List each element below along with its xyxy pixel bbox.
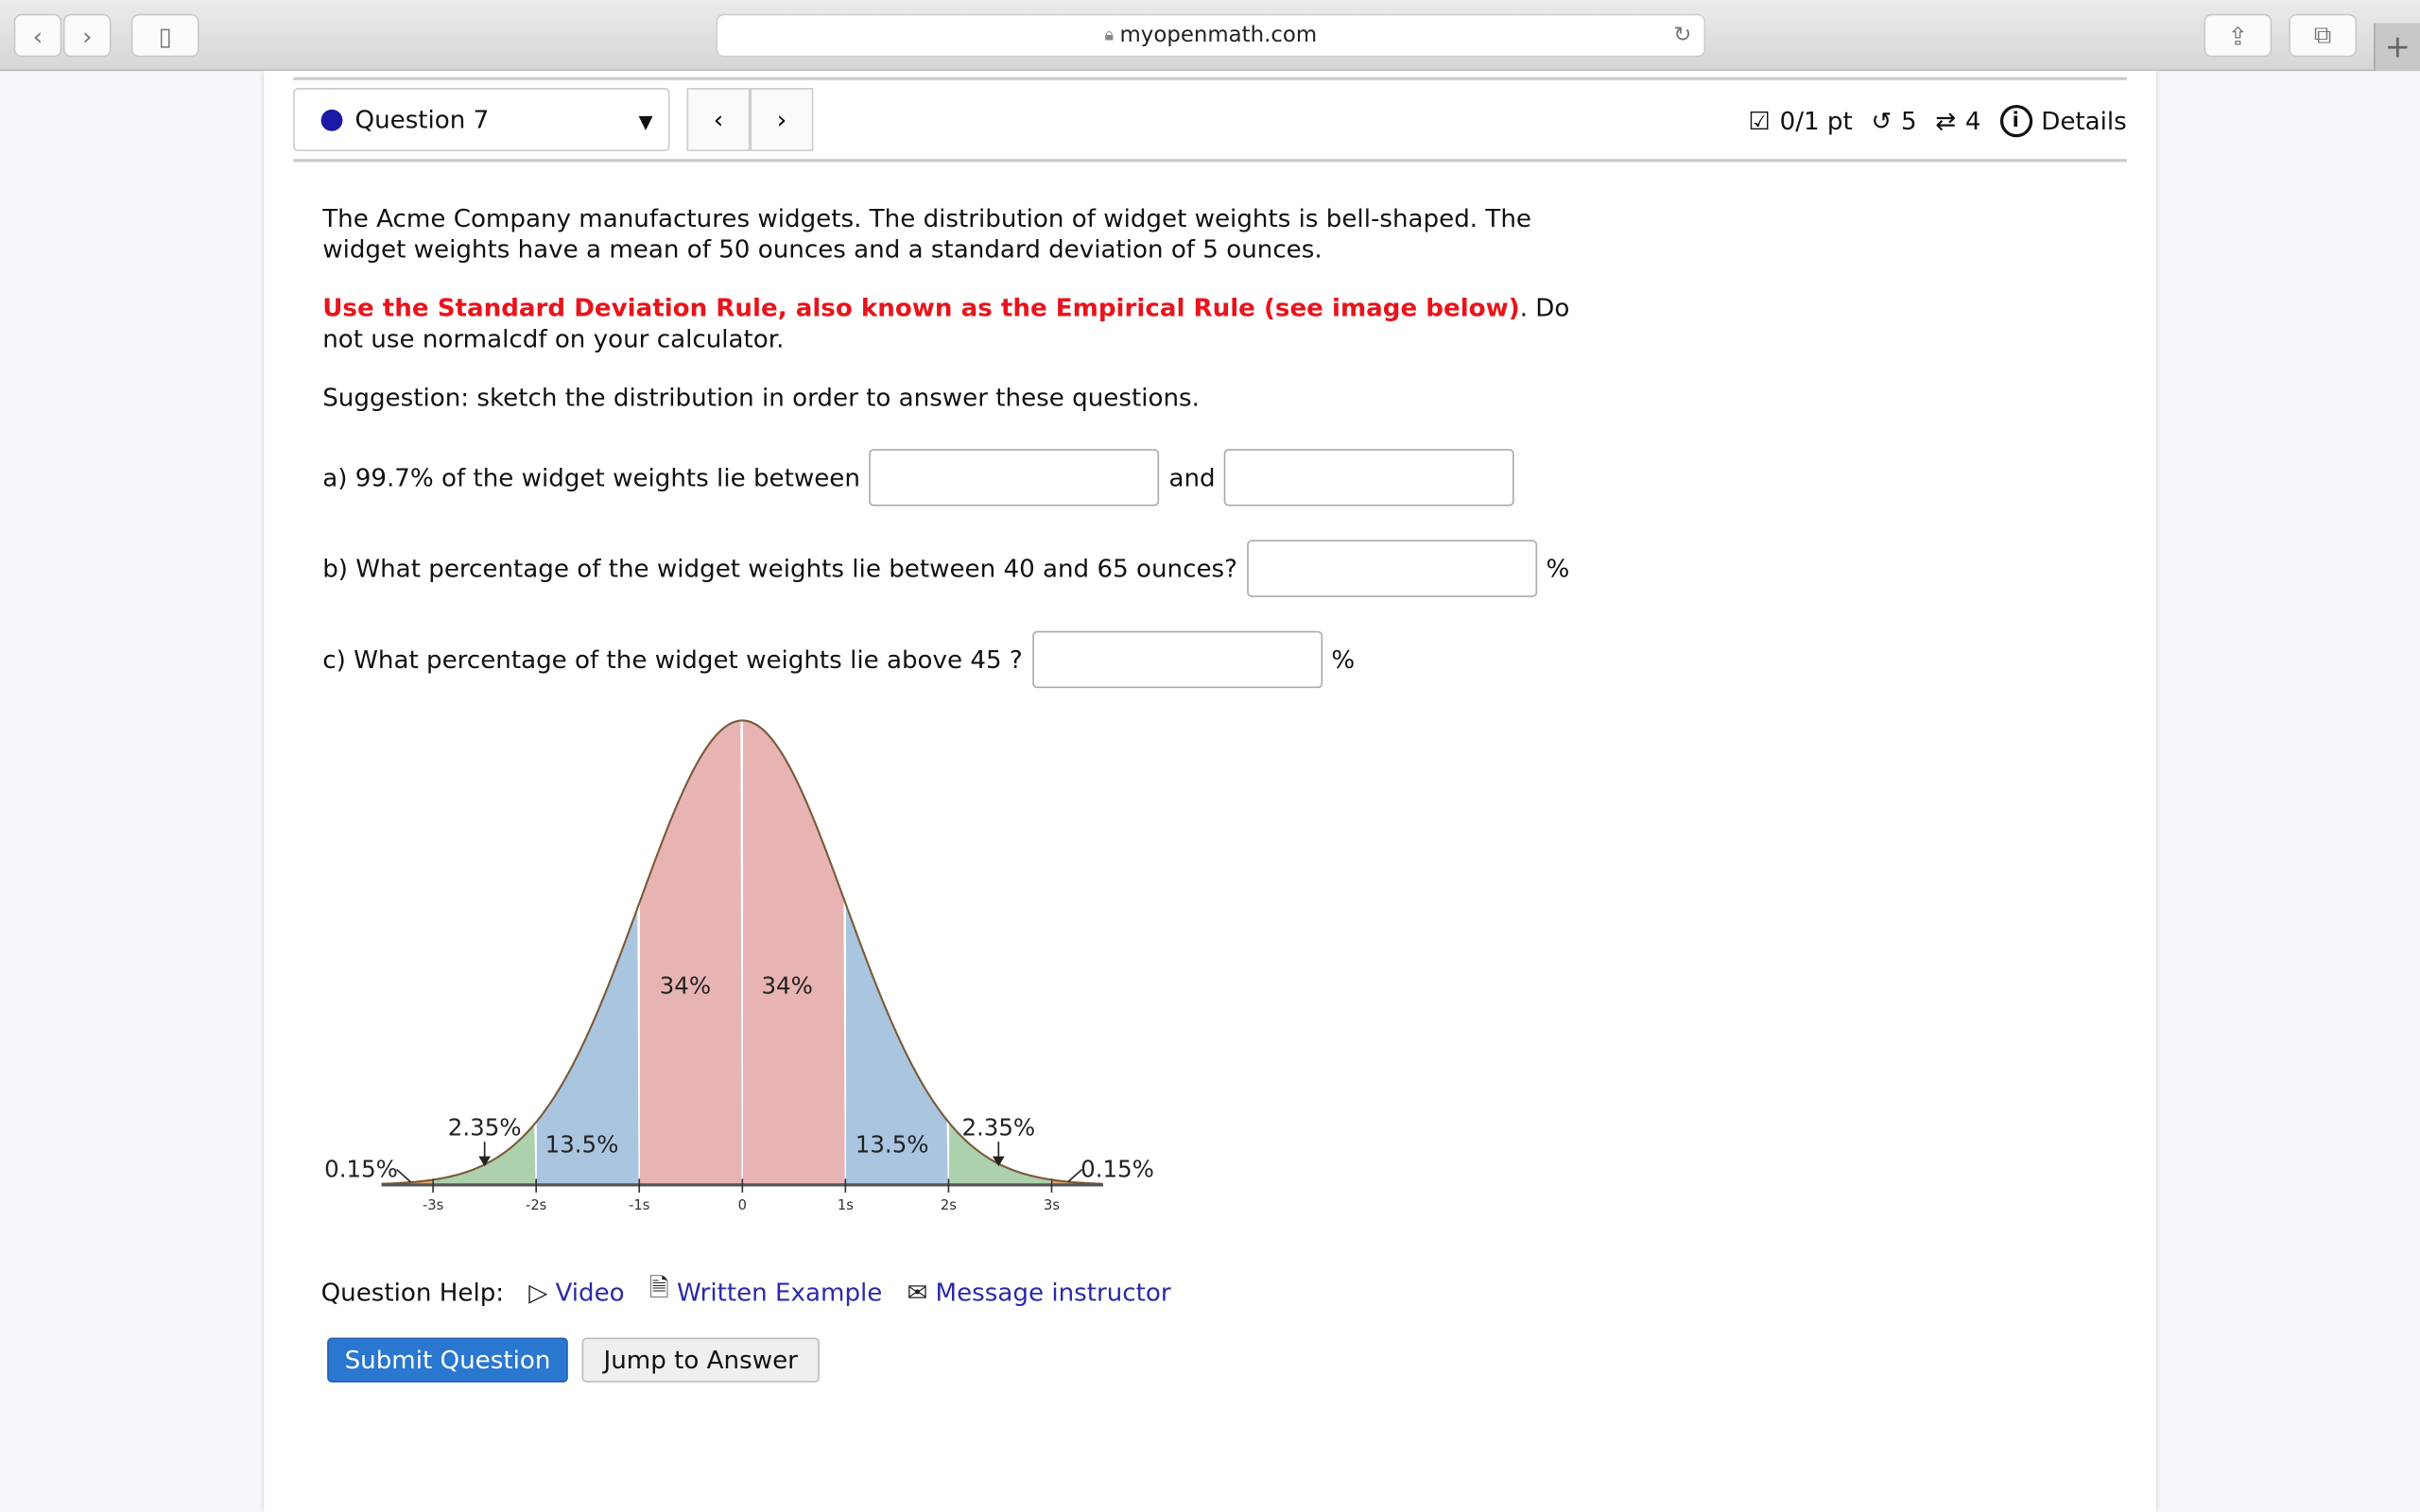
- tick-label: 0: [738, 1197, 747, 1213]
- reload-icon[interactable]: ↻: [1673, 23, 1691, 47]
- tick-label: 3s: [1044, 1197, 1060, 1213]
- retries-count: 5: [1901, 106, 1917, 136]
- label-13.5-right: 13.5%: [856, 1131, 929, 1159]
- question-help: Question Help: ▷ Video 🗎︎ Written Example …: [321, 1271, 1171, 1313]
- attempts-icon: ⇄: [1935, 106, 1957, 136]
- new-tab-icon[interactable]: +: [2374, 23, 2420, 72]
- back-icon[interactable]: ‹: [13, 13, 62, 58]
- label-0.15-right: 0.15%: [1080, 1156, 1154, 1183]
- label-0.15-left: 0.15%: [324, 1156, 398, 1183]
- label-2.35-right: 2.35%: [961, 1114, 1035, 1142]
- video-link[interactable]: ▷ Video: [528, 1278, 624, 1307]
- label-13.5-left: 13.5%: [545, 1131, 619, 1159]
- written-example-link[interactable]: 🗎︎ Written Example: [649, 1271, 883, 1313]
- message-label: Message instructor: [935, 1277, 1171, 1307]
- sidebar-icon[interactable]: ▯: [130, 13, 199, 58]
- region-center: [741, 719, 847, 1186]
- help-label: Question Help:: [320, 1277, 505, 1307]
- question-page: Question 7 ▼ ‹ › ☑ 0/1 pt ↺ 5 ⇄ 4 i Details…: [264, 71, 2156, 1512]
- message-instructor-link[interactable]: ✉︎ Message instructor: [907, 1278, 1170, 1307]
- question-stats: ☑ 0/1 pt ↺ 5 ⇄ 4 i Details: [1748, 105, 2127, 138]
- envelope-icon: ✉︎: [907, 1277, 928, 1307]
- checkbox-icon: ☑: [1748, 106, 1771, 136]
- video-icon: ▷: [528, 1277, 548, 1307]
- label-34-right: 34%: [761, 971, 812, 999]
- tabs-icon[interactable]: ⧉: [2289, 13, 2358, 58]
- region-center: [638, 719, 743, 1186]
- retry-icon: ↺: [1871, 106, 1893, 136]
- tick-label: -3s: [423, 1197, 443, 1213]
- document-icon: 🗎︎: [648, 1272, 669, 1302]
- jump-to-answer-button[interactable]: Jump to Answer: [581, 1337, 820, 1383]
- written-label: Written Example: [676, 1277, 883, 1307]
- forward-icon[interactable]: ›: [62, 13, 112, 58]
- percent-label: %: [1546, 554, 1570, 584]
- empirical-rule-diagram: 34% 34% 13.5% 13.5% 2.35% 2.35% 0.15% 0.…: [324, 719, 1154, 1213]
- attempts-count: 4: [1964, 106, 1981, 136]
- submit-question-button[interactable]: Submit Question: [327, 1337, 568, 1383]
- address-bar[interactable]: 🔒︎ myopenmath.com ↻: [716, 13, 1706, 58]
- share-icon[interactable]: ⇪: [2204, 13, 2273, 58]
- tick-label: 2s: [941, 1197, 957, 1213]
- score: 0/1 pt: [1779, 106, 1853, 136]
- details-link[interactable]: Details: [2041, 107, 2127, 136]
- tick-label: 1s: [838, 1197, 854, 1213]
- video-label: Video: [555, 1277, 625, 1307]
- url-text: myopenmath.com: [1119, 23, 1318, 48]
- tick-label: -1s: [629, 1197, 649, 1213]
- label-2.35-left: 2.35%: [448, 1114, 522, 1142]
- browser-toolbar: ‹ › ▯ 🔒︎ myopenmath.com ↻ ⇪ ⧉ +: [0, 0, 2420, 72]
- lock-icon: 🔒︎: [1104, 25, 1115, 45]
- tick-label: -2s: [526, 1197, 546, 1213]
- info-icon[interactable]: i: [1999, 105, 2032, 138]
- label-34-left: 34%: [660, 971, 711, 999]
